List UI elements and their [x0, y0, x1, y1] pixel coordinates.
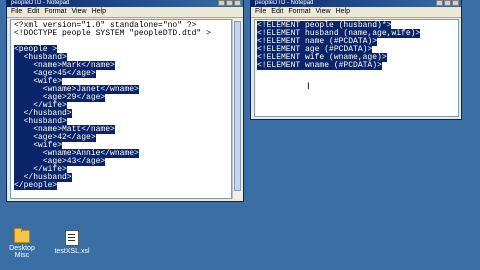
maximize-button[interactable] — [226, 0, 233, 6]
menu-edit[interactable]: Edit — [27, 7, 39, 17]
minimize-button[interactable] — [436, 0, 443, 6]
minimize-button[interactable] — [218, 0, 225, 6]
right-menubar: File Edit Format View Help — [251, 7, 461, 18]
left-title-bar[interactable]: peopleDTD - Notepad — [7, 0, 243, 7]
right-text-area[interactable]: <!ELEMENT people (husband)*> <!ELEMENT hu… — [254, 19, 459, 117]
left-window-title: peopleDTD - Notepad — [11, 0, 70, 6]
left-vertical-scrollbar[interactable] — [232, 19, 242, 199]
right-window-title: peopleDTD - Notepad — [255, 0, 314, 6]
xsl-file-icon — [65, 230, 79, 246]
menu-edit[interactable]: Edit — [271, 7, 283, 17]
menu-file[interactable]: File — [255, 7, 266, 17]
menu-help[interactable]: Help — [92, 7, 106, 17]
left-scroll-thumb[interactable] — [234, 21, 241, 191]
folder-icon — [14, 228, 30, 243]
menu-help[interactable]: Help — [336, 7, 350, 17]
desktop-icon-label: Desktop Misc — [9, 245, 35, 259]
right-notepad-window[interactable]: peopleDTD - Notepad File Edit Format Vie… — [250, 0, 462, 120]
text-line-content: </people> — [14, 181, 58, 190]
maximize-button[interactable] — [444, 0, 451, 6]
text-line: <!ELEMENT wname (#PCDATA)> — [257, 61, 456, 70]
text-line-content: <!DOCTYPE people SYSTEM "peopleDTD.dtd" … — [14, 29, 211, 38]
desktop-icon-label: testXSL.xsl — [54, 248, 90, 255]
menu-view[interactable]: View — [316, 7, 331, 17]
menu-view[interactable]: View — [72, 7, 87, 17]
text-line: <!DOCTYPE people SYSTEM "peopleDTD.dtd" … — [14, 30, 228, 38]
menu-format[interactable]: Format — [44, 7, 66, 17]
text-line: </people> — [14, 181, 228, 190]
menu-file[interactable]: File — [11, 7, 22, 17]
desktop-icon-xsl[interactable]: testXSL.xsl — [52, 230, 92, 255]
left-menubar: File Edit Format View Help — [7, 7, 243, 18]
menu-format[interactable]: Format — [288, 7, 310, 17]
desktop-icon-misc[interactable]: Desktop Misc — [2, 228, 42, 259]
right-title-bar[interactable]: peopleDTD - Notepad — [251, 0, 461, 7]
close-button[interactable] — [234, 0, 241, 6]
close-button[interactable] — [452, 0, 459, 6]
text-line-content: <!ELEMENT wname (#PCDATA)> — [257, 61, 382, 70]
left-text-area[interactable]: <?xml version="1.0" standalone="no" ?> <!… — [10, 19, 232, 199]
left-notepad-window[interactable]: peopleDTD - Notepad File Edit Format Vie… — [6, 0, 244, 202]
text-cursor-icon: I — [307, 82, 310, 92]
